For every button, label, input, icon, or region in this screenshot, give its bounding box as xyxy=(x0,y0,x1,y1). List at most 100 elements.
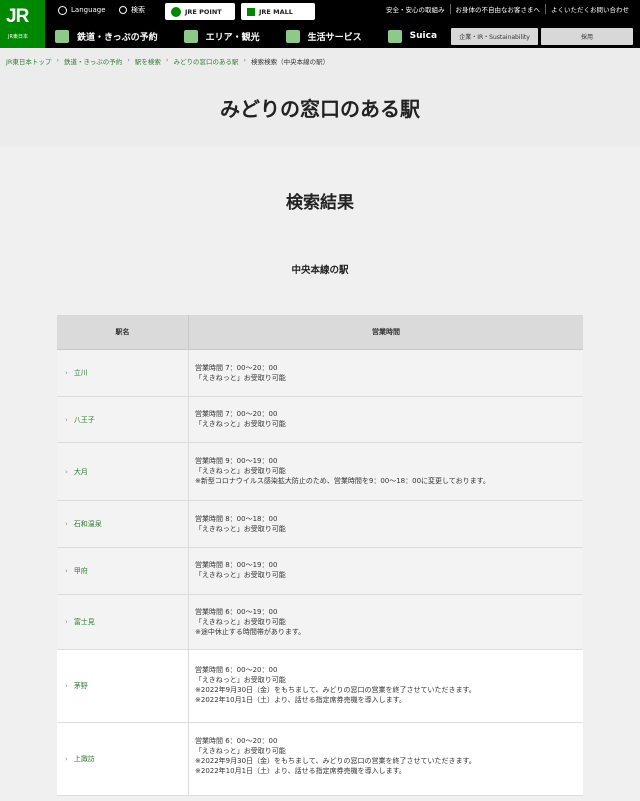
breadcrumb-item[interactable]: 駅を検索 xyxy=(135,56,161,66)
hours-line: 営業時間 6：00～20：00 xyxy=(195,666,278,674)
hours-line: 「えきねっと」お受取り可能 xyxy=(195,571,286,579)
station-link[interactable]: › 茅野 xyxy=(57,650,189,722)
hours-cell: 営業時間 7：00～20：00 「えきねっと」お受取り可能 xyxy=(189,397,583,442)
breadcrumb-current: 検索検索（中央本線の駅） xyxy=(251,58,330,66)
hours-line: 営業時間 9：00～19：00 xyxy=(195,457,278,465)
train-icon xyxy=(55,29,69,43)
chevron-right-icon: › xyxy=(65,567,68,575)
hours-line: 営業時間 8：00～19：00 xyxy=(195,561,278,569)
suica-card-icon xyxy=(387,29,402,43)
nav-suica-label: Suica xyxy=(409,31,438,41)
table-row: › 茅野 営業時間 6：00～20：00 「えきねっと」お受取り可能 ※2022年… xyxy=(57,650,583,723)
hours-cell: 営業時間 9：00～19：00 「えきねっと」お受取り可能 ※新型コロナウイルス… xyxy=(189,443,583,500)
hours-cell: 営業時間 7：00～20：00 「えきねっと」お受取り可能 xyxy=(189,350,583,396)
results-title: 検索結果 xyxy=(286,193,354,213)
link-accessibility[interactable]: お身体の不自由なお客さまへ xyxy=(449,4,546,14)
hours-line: ※新型コロナウイルス感染拡大防止のため、営業時間を9：00～18：00に変更して… xyxy=(195,477,490,485)
page-title: みどりの窓口のある駅 xyxy=(220,97,420,121)
table-row: › 富士見 営業時間 6：00～19：00 「えきねっと」お受取り可能 ※途中休止… xyxy=(57,595,583,650)
nav-railway[interactable]: 鉄道・きっぷの予約 xyxy=(55,29,158,43)
link-faq[interactable]: よくいただくお問い合わせ xyxy=(545,4,634,14)
station-link[interactable]: › 八王子 xyxy=(57,397,189,442)
station-name: 立川 xyxy=(73,369,88,377)
station-link[interactable]: › 甲府 xyxy=(57,548,189,594)
chevron-right-icon: › xyxy=(65,682,68,690)
language-label: Language xyxy=(71,6,106,14)
globe-icon xyxy=(58,5,67,15)
hours-line: ※2022年9月30日（金）をもちまして、みどりの窓口の営業を終了させていただき… xyxy=(195,686,476,694)
site-header: JR JR東日本 Language 検索 JRE POINT JRE MALL … xyxy=(0,0,640,48)
jre-point-button[interactable]: JRE POINT xyxy=(165,3,235,20)
station-link[interactable]: › 石和温泉 xyxy=(57,501,189,547)
breadcrumb: JR東日本トップ › 鉄道・きっぷの予約 › 駅を検索 › みどりの窓口のある駅… xyxy=(6,56,329,66)
col-station-name: 駅名 xyxy=(57,315,189,349)
breadcrumb-item[interactable]: 鉄道・きっぷの予約 xyxy=(64,56,122,66)
hours-line: 「えきねっと」お受取り可能 xyxy=(195,525,286,533)
station-name: 石和温泉 xyxy=(73,520,102,528)
nav-suica[interactable]: Suica xyxy=(387,29,438,43)
table-row: › 上諏訪 営業時間 6：00～20：00 「えきねっと」お受取り可能 ※2022… xyxy=(57,723,583,796)
station-link[interactable]: › 大月 xyxy=(57,443,189,500)
hours-cell: 営業時間 8：00～19：00 「えきねっと」お受取り可能 xyxy=(189,548,583,594)
recruit-button[interactable]: 採用 xyxy=(541,28,633,45)
chevron-right-icon: › xyxy=(65,618,68,626)
hours-line: 営業時間 7：00～20：00 xyxy=(195,410,278,418)
station-name: 大月 xyxy=(73,467,88,476)
hours-line: 営業時間 6：00～19：00 xyxy=(195,608,278,616)
hours-line: 「えきねっと」お受取り可能 xyxy=(195,676,286,684)
hours-line: ※2022年9月30日（金）をもちまして、みどりの窓口の営業を終了させていただき… xyxy=(195,757,476,765)
hours-line: ※2022年10月1日（土）より、話せる指定席券売機を導入します。 xyxy=(195,767,406,775)
station-name: 八王子 xyxy=(73,415,95,424)
hours-line: 営業時間 6：00～20：00 xyxy=(195,737,278,745)
utility-links: 安全・安心の取組み お身体の不自由なお客さまへ よくいただくお問い合わせ xyxy=(381,4,634,14)
chevron-right-icon: › xyxy=(65,415,68,424)
breadcrumb-item[interactable]: JR東日本トップ xyxy=(6,56,51,66)
jre-point-label: JRE POINT xyxy=(185,7,222,16)
hours-line: ※途中休止する時間帯があります。 xyxy=(195,628,306,636)
shopping-icon xyxy=(285,29,300,43)
col-business-hours: 営業時間 xyxy=(372,328,400,336)
search-button[interactable]: 検索 xyxy=(119,0,145,20)
breadcrumb-item[interactable]: みどりの窓口のある駅 xyxy=(174,56,239,66)
jr-east-logo[interactable]: JR JR東日本 xyxy=(0,0,45,48)
hours-cell: 営業時間 6：00～20：00 「えきねっと」お受取り可能 ※2022年9月30… xyxy=(189,650,583,722)
station-link[interactable]: › 上諏訪 xyxy=(57,723,189,795)
nav-life-label: 生活サービス xyxy=(307,32,362,43)
corporate-button[interactable]: 企業・IR・Sustainability xyxy=(451,28,538,45)
table-row: › 石和温泉 営業時間 8：00～18：00 「えきねっと」お受取り可能 xyxy=(57,501,583,548)
hours-line: 「えきねっと」お受取り可能 xyxy=(195,374,286,382)
station-name: 甲府 xyxy=(73,567,88,575)
logo-sub: JR東日本 xyxy=(8,34,28,40)
station-name: 茅野 xyxy=(73,682,88,690)
hours-line: 「えきねっと」お受取り可能 xyxy=(195,420,286,428)
global-nav: 鉄道・きっぷの予約 エリア・観光 生活サービス Suica xyxy=(55,26,463,46)
chevron-right-icon: › xyxy=(65,520,68,528)
nav-railway-label: 鉄道・きっぷの予約 xyxy=(77,32,158,43)
table-row: › 八王子 営業時間 7：00～20：00 「えきねっと」お受取り可能 xyxy=(57,397,583,443)
line-title: 中央本線の駅 xyxy=(291,265,349,276)
chevron-right-icon: › xyxy=(65,755,68,763)
language-button[interactable]: Language xyxy=(58,0,106,20)
hours-cell: 営業時間 8：00～18：00 「えきねっと」お受取り可能 xyxy=(189,501,583,547)
station-name: 上諏訪 xyxy=(73,755,95,763)
jre-mall-button[interactable]: JRE MALL xyxy=(241,3,315,20)
search-icon xyxy=(119,6,127,14)
hours-line: 「えきねっと」お受取り可能 xyxy=(195,618,286,626)
table-header: 駅名 営業時間 xyxy=(57,315,583,350)
nav-life[interactable]: 生活サービス xyxy=(285,29,362,43)
nav-area[interactable]: エリア・観光 xyxy=(183,29,260,43)
station-link[interactable]: › 立川 xyxy=(57,350,189,396)
station-table: 駅名 営業時間 › 立川 営業時間 7：00～20：00 「えきねっと」お受取り可… xyxy=(57,315,583,796)
hours-cell: 営業時間 6：00～19：00 「えきねっと」お受取り可能 ※途中休止する時間帯… xyxy=(189,595,583,649)
station-link[interactable]: › 富士見 xyxy=(57,595,189,649)
hours-line: 「えきねっと」お受取り可能 xyxy=(195,467,286,475)
table-row: › 甲府 営業時間 8：00～19：00 「えきねっと」お受取り可能 xyxy=(57,548,583,595)
logo-mark: JR xyxy=(6,6,29,27)
station-name: 富士見 xyxy=(73,618,95,626)
hours-line: 「えきねっと」お受取り可能 xyxy=(195,747,286,755)
map-icon xyxy=(183,29,198,43)
link-safety[interactable]: 安全・安心の取組み xyxy=(381,4,450,14)
chevron-right-icon: › xyxy=(56,56,60,64)
table-row: › 立川 営業時間 7：00～20：00 「えきねっと」お受取り可能 xyxy=(57,350,583,397)
table-row: › 大月 営業時間 9：00～19：00 「えきねっと」お受取り可能 ※新型コロナ… xyxy=(57,443,583,501)
